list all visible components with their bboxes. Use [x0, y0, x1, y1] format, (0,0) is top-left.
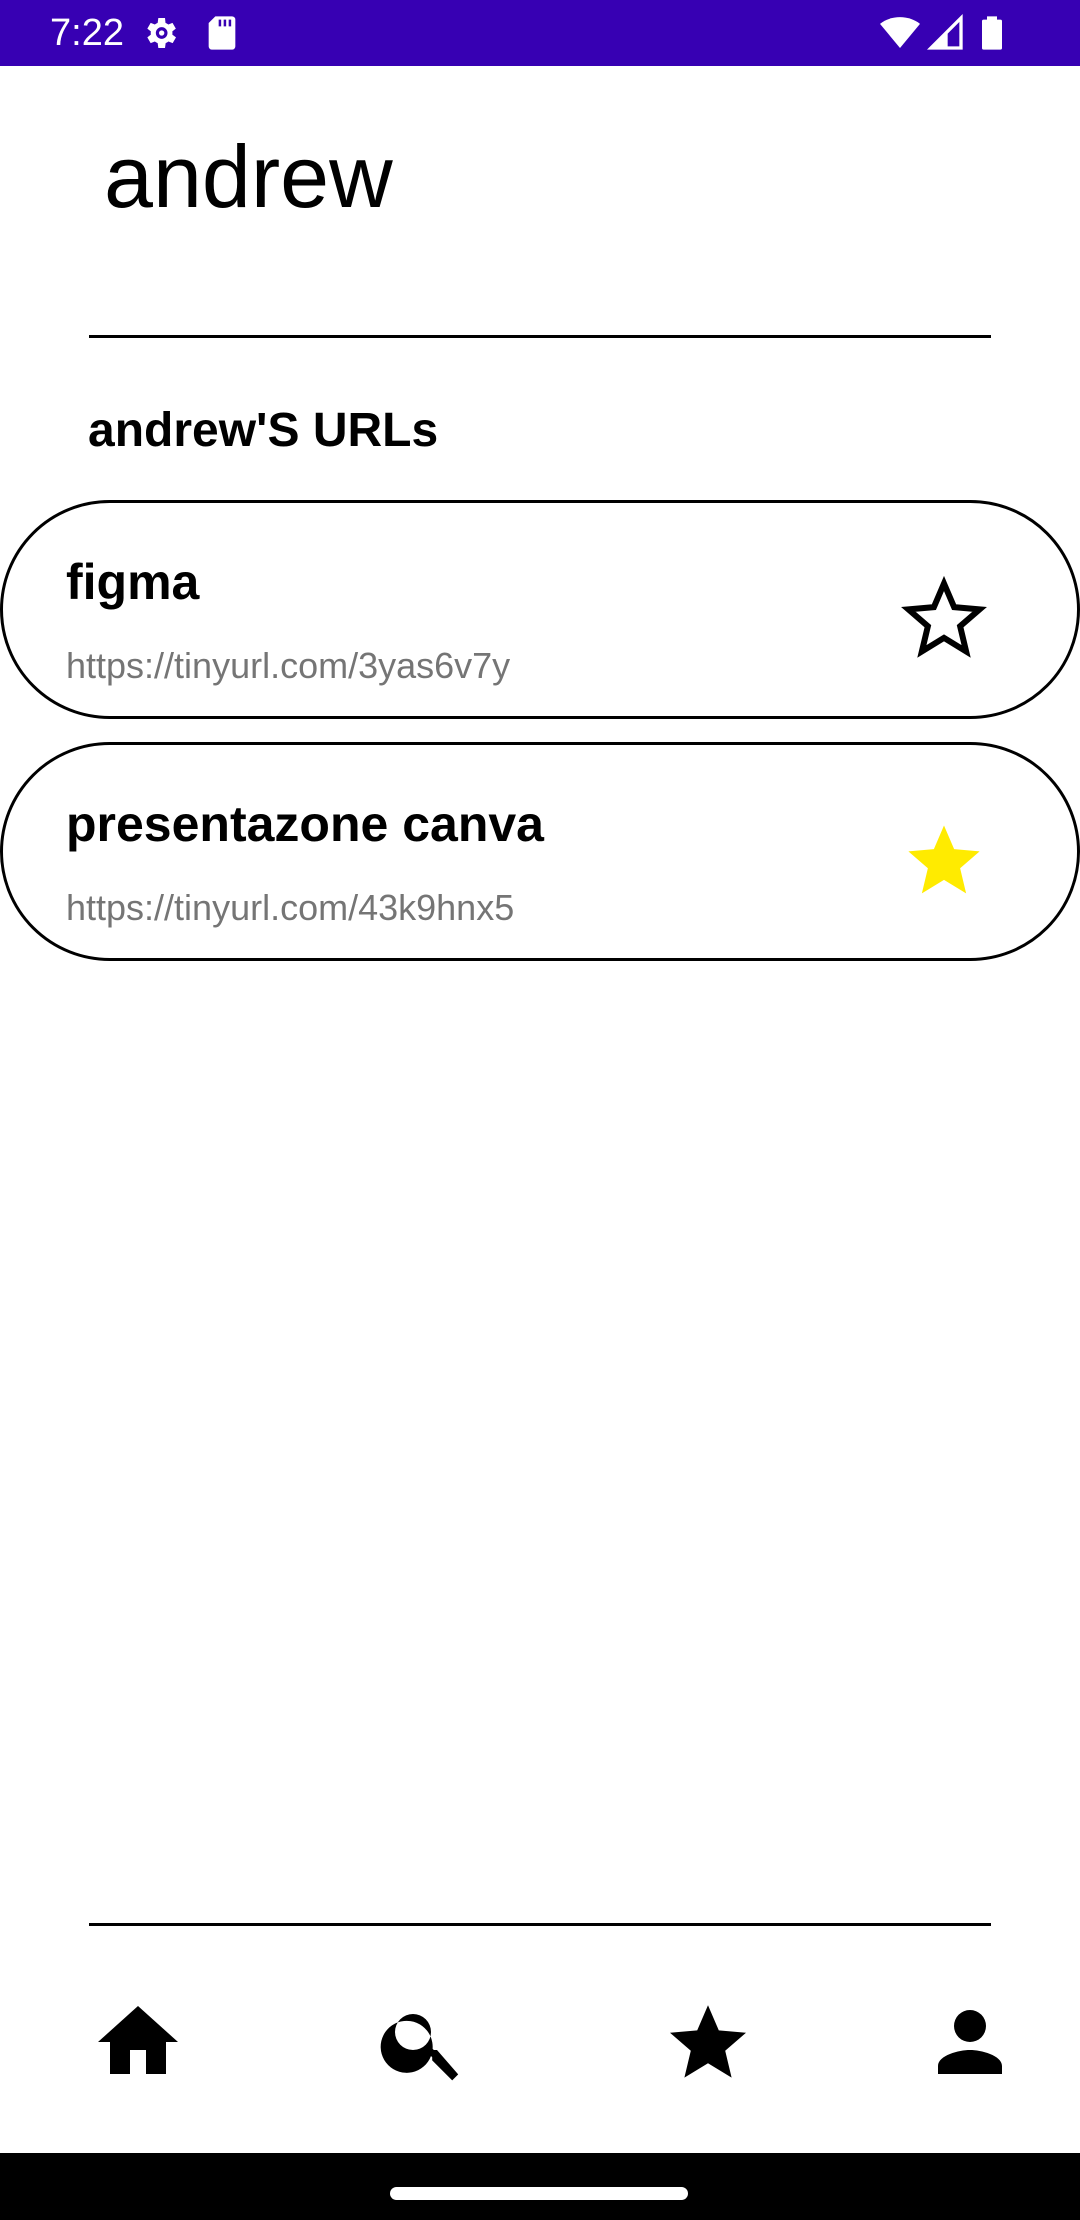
system-nav-bar	[0, 2153, 1080, 2220]
wifi-icon	[880, 17, 920, 48]
top-divider	[89, 335, 991, 338]
favorites-star-icon	[670, 2005, 746, 2078]
sd-card-icon	[208, 16, 236, 50]
search-icon	[380, 2014, 459, 2081]
url-link[interactable]: https://tinyurl.com/43k9hnx5	[66, 885, 514, 931]
url-list: figma https://tinyurl.com/3yas6v7y prese…	[0, 500, 1080, 984]
url-title: presentazone canva	[66, 796, 544, 852]
star-filled-shape	[908, 825, 980, 894]
cell-signal-icon	[926, 13, 963, 50]
url-link[interactable]: https://tinyurl.com/3yas6v7y	[66, 643, 510, 689]
url-title: figma	[66, 554, 200, 610]
nav-search[interactable]	[375, 1994, 471, 2090]
star-filled-icon[interactable]	[899, 815, 989, 905]
bottom-divider	[89, 1923, 991, 1926]
url-card[interactable]: figma https://tinyurl.com/3yas6v7y	[0, 500, 1080, 719]
section-title: andrew'S URLs	[88, 404, 439, 457]
profile-person-icon	[938, 2010, 1002, 2074]
bottom-nav	[0, 1960, 1080, 2110]
nav-favorites[interactable]	[660, 1994, 756, 2090]
url-card[interactable]: presentazone canva https://tinyurl.com/4…	[0, 742, 1080, 961]
star-outline-icon[interactable]	[899, 573, 989, 663]
battery-icon	[982, 16, 1002, 50]
nav-home[interactable]	[90, 1994, 186, 2090]
home-gesture-handle[interactable]	[390, 2187, 688, 2200]
nav-profile[interactable]	[922, 1994, 1018, 2090]
status-time: 7:22	[50, 12, 124, 54]
home-icon	[98, 2006, 178, 2074]
settings-gear-icon	[147, 18, 176, 48]
status-bar: 7:22	[0, 0, 1080, 66]
profile-name: andrew	[104, 127, 393, 226]
